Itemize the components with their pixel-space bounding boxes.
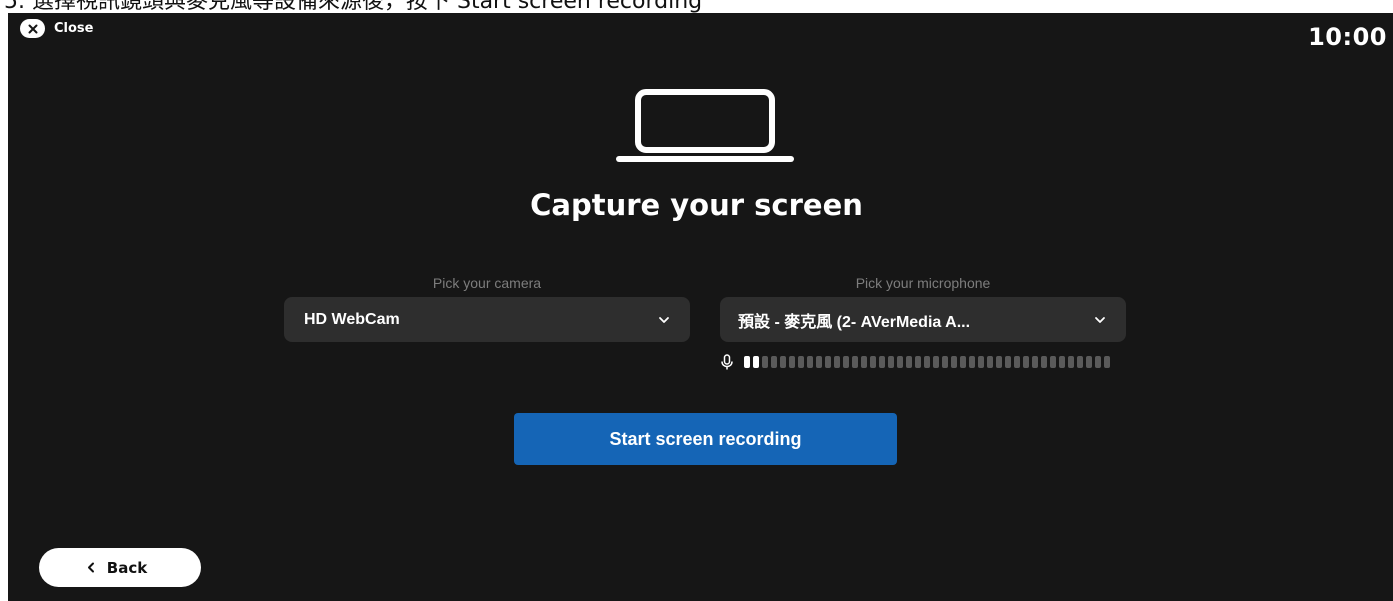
level-segment	[1050, 356, 1056, 368]
close-button[interactable]: Close	[20, 19, 93, 38]
level-segment	[1023, 356, 1029, 368]
level-segment	[978, 356, 984, 368]
level-segment	[789, 356, 795, 368]
level-segment	[834, 356, 840, 368]
start-screen-recording-button[interactable]: Start screen recording	[514, 413, 897, 465]
close-icon	[20, 19, 45, 38]
level-segment	[897, 356, 903, 368]
microphone-picker-label: Pick your microphone	[855, 275, 991, 291]
level-segment	[1005, 356, 1011, 368]
level-segment	[1041, 356, 1047, 368]
laptop-icon	[616, 89, 794, 162]
level-segment	[969, 356, 975, 368]
level-segment	[1077, 356, 1083, 368]
level-segment	[915, 356, 921, 368]
level-segment	[933, 356, 939, 368]
level-segment	[1068, 356, 1074, 368]
level-segment	[807, 356, 813, 368]
level-segment	[987, 356, 993, 368]
level-segment	[960, 356, 966, 368]
level-segment	[825, 356, 831, 368]
level-segment	[753, 356, 759, 368]
level-segment	[870, 356, 876, 368]
level-segment	[888, 356, 894, 368]
level-segment	[951, 356, 957, 368]
level-segment	[906, 356, 912, 368]
level-segment	[924, 356, 930, 368]
level-segment	[1104, 356, 1110, 368]
screen-capture-dialog: Close 10:00 Capture your screen Pick you…	[8, 13, 1393, 601]
microphone-select-value: 預設 - 麥克風 (2- AVerMedia A...	[738, 313, 971, 331]
back-label: Back	[106, 558, 148, 577]
chevron-left-icon	[87, 562, 94, 573]
level-segment	[861, 356, 867, 368]
back-button[interactable]: Back	[39, 548, 201, 587]
level-segment	[942, 356, 948, 368]
level-segment	[1032, 356, 1038, 368]
camera-select[interactable]: HD WebCam	[284, 297, 690, 342]
level-segment	[762, 356, 768, 368]
close-label: Close	[54, 21, 94, 36]
level-segment	[1014, 356, 1020, 368]
level-segment	[798, 356, 804, 368]
microphone-level-meter	[720, 354, 1113, 370]
level-segment	[771, 356, 777, 368]
page-title: Capture your screen	[530, 188, 863, 222]
level-segment	[1095, 356, 1101, 368]
camera-select-value: HD WebCam	[304, 310, 400, 328]
level-segment	[1059, 356, 1065, 368]
level-segment	[780, 356, 786, 368]
countdown-timer: 10:00	[1308, 23, 1387, 51]
level-segment	[1086, 356, 1092, 368]
level-segment	[843, 356, 849, 368]
instruction-text: 5. 選擇視訊鏡頭與麥克風等設備來源後，按下 Start screen reco…	[4, 0, 703, 13]
chevron-down-icon	[1095, 316, 1105, 323]
camera-picker-label: Pick your camera	[432, 275, 542, 291]
level-segment	[816, 356, 822, 368]
level-segment	[996, 356, 1002, 368]
level-segment	[744, 356, 750, 368]
microphone-icon	[721, 354, 733, 370]
level-segment	[879, 356, 885, 368]
chevron-down-icon	[659, 316, 669, 323]
microphone-select[interactable]: 預設 - 麥克風 (2- AVerMedia A...	[720, 297, 1126, 342]
level-segment	[852, 356, 858, 368]
